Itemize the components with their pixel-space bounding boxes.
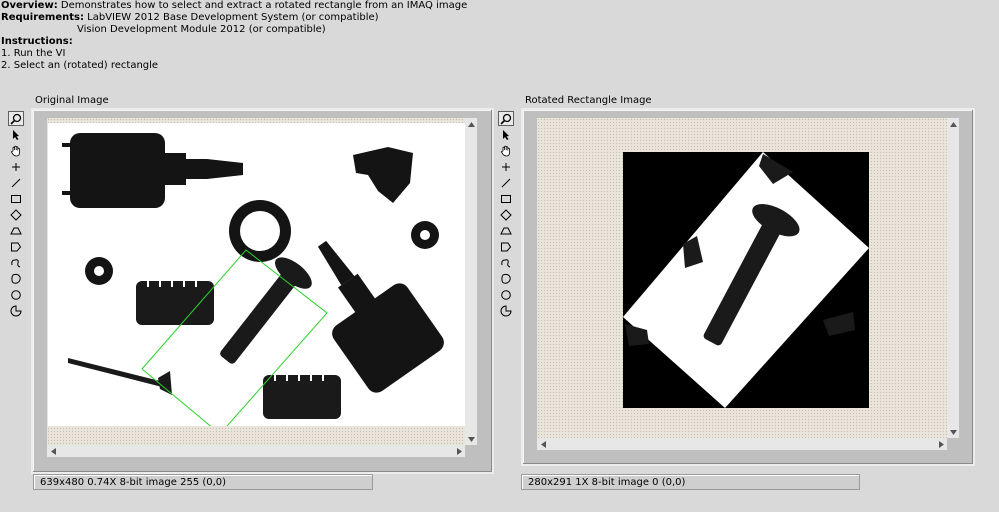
pointer-tool-icon[interactable]: [8, 127, 24, 142]
scroll-left-arrow-icon[interactable]: [537, 438, 549, 450]
right-tool-palette: [498, 111, 516, 319]
annulus-tool-icon[interactable]: [498, 223, 514, 238]
broken-line-tool-icon[interactable]: [8, 303, 24, 318]
overview-label: Overview:: [1, 0, 58, 11]
scroll-right-arrow-icon[interactable]: [453, 445, 465, 457]
left-tool-palette: [8, 111, 26, 319]
polygon-tool-icon[interactable]: [498, 239, 514, 254]
scroll-left-arrow-icon[interactable]: [47, 445, 59, 457]
freehand-region-icon[interactable]: [8, 271, 24, 286]
pan-hand-icon[interactable]: [498, 143, 514, 158]
instructions-label: Instructions:: [1, 36, 73, 47]
pan-hand-icon[interactable]: [8, 143, 24, 158]
annulus-tool-icon[interactable]: [8, 223, 24, 238]
original-image[interactable]: [48, 123, 465, 426]
freehand-tool-icon[interactable]: [498, 255, 514, 270]
rotated-rectangle-image-caption: Rotated Rectangle Image: [525, 95, 652, 106]
polygon-tool-icon[interactable]: [8, 239, 24, 254]
oval-tool-icon[interactable]: [498, 287, 514, 302]
line-tool-icon[interactable]: [8, 175, 24, 190]
info-section: Overview: Demonstrates how to select and…: [1, 0, 467, 72]
requirements-line1: LabVIEW 2012 Base Development System (or…: [87, 12, 379, 23]
zoom-tool-icon[interactable]: [498, 111, 514, 126]
rotated-horizontal-scrollbar[interactable]: [537, 438, 947, 450]
scroll-down-arrow-icon[interactable]: [465, 433, 477, 445]
original-image-display[interactable]: [31, 108, 494, 474]
oval-tool-icon[interactable]: [8, 287, 24, 302]
rotated-rectangle-image-display[interactable]: [521, 108, 975, 466]
scroll-up-arrow-icon[interactable]: [947, 118, 959, 130]
rotated-rectangle-tool-icon[interactable]: [498, 207, 514, 222]
rotated-image-status-bar: 280x291 1X 8-bit image 0 (0,0): [521, 474, 860, 490]
instruction-step-1: 1. Run the VI: [1, 48, 66, 59]
pointer-tool-icon[interactable]: [498, 127, 514, 142]
original-image-caption: Original Image: [35, 95, 109, 106]
instruction-step-2: 2. Select an (rotated) rectangle: [1, 60, 159, 71]
requirements-line2: Vision Development Module 2012 (or compa…: [77, 24, 326, 35]
rotated-vertical-scrollbar[interactable]: [947, 118, 959, 438]
broken-line-tool-icon[interactable]: [498, 303, 514, 318]
overview-text: Demonstrates how to select and extract a…: [60, 0, 468, 11]
line-tool-icon[interactable]: [498, 175, 514, 190]
crosshair-point-icon[interactable]: [498, 159, 514, 174]
zoom-tool-icon[interactable]: [8, 111, 24, 126]
rectangle-tool-icon[interactable]: [8, 191, 24, 206]
scroll-up-arrow-icon[interactable]: [465, 118, 477, 130]
original-horizontal-scrollbar[interactable]: [47, 445, 465, 457]
rotated-rectangle-image[interactable]: [623, 152, 869, 408]
freehand-tool-icon[interactable]: [8, 255, 24, 270]
original-vertical-scrollbar[interactable]: [465, 118, 477, 445]
original-image-status-bar: 639x480 0.74X 8-bit image 255 (0,0): [33, 474, 373, 490]
freehand-region-icon[interactable]: [498, 271, 514, 286]
rotated-rectangle-tool-icon[interactable]: [8, 207, 24, 222]
scroll-right-arrow-icon[interactable]: [935, 438, 947, 450]
crosshair-point-icon[interactable]: [8, 159, 24, 174]
requirements-label: Requirements:: [1, 12, 84, 23]
scroll-down-arrow-icon[interactable]: [947, 426, 959, 438]
rectangle-tool-icon[interactable]: [498, 191, 514, 206]
